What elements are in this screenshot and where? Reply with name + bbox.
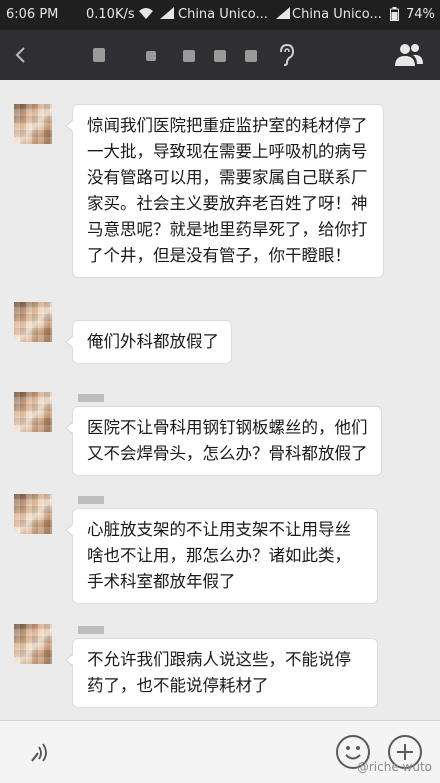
message-input[interactable]: [70, 735, 310, 769]
signal-icon-1: [160, 7, 174, 23]
sender-name-blurred: [78, 394, 104, 402]
message-bubble[interactable]: 不允许我们跟病人说这些，不能说停药了，也不能说停耗材了: [65, 638, 378, 708]
status-bar: 6:06 PM 0.10K/s China Unico... China Uni…: [0, 0, 440, 30]
battery-icon: [390, 7, 399, 25]
status-time: 6:06 PM: [6, 7, 59, 22]
message-bubble[interactable]: 医院不让骨科用钢钉钢板螺丝的，他们又不会焊骨头，怎么办？骨科都放假了: [65, 406, 382, 476]
people-icon[interactable]: [394, 42, 424, 72]
carrier-1: China Unico...: [178, 7, 268, 22]
signal-icon-2: [276, 7, 290, 23]
sender-name-blurred: [78, 496, 104, 504]
avatar[interactable]: [14, 494, 52, 534]
ear-icon: [276, 43, 296, 71]
back-icon[interactable]: [14, 46, 26, 68]
voice-wave-icon[interactable]: [30, 739, 52, 767]
message-bubble[interactable]: 惊闻我们医院把重症监护室的耗材停了一大批，导致现在需要上呼吸机的病号没有管路可以…: [65, 104, 384, 278]
watermark: @riche wuto: [356, 760, 432, 774]
avatar[interactable]: [14, 302, 52, 342]
avatar[interactable]: [14, 104, 52, 144]
chat-message-list[interactable]: 惊闻我们医院把重症监护室的耗材停了一大批，导致现在需要上呼吸机的病号没有管路可以…: [0, 80, 440, 720]
wifi-icon: [138, 6, 154, 24]
chat-title-bar: [0, 30, 440, 80]
message-bubble[interactable]: 心脏放支架的不让用支架不让用导丝啥也不让用，那怎么办？诸如此类，手术科室都放年假…: [65, 508, 378, 604]
network-speed: 0.10K/s: [86, 7, 135, 22]
message-bubble[interactable]: 俺们外科都放假了: [65, 320, 232, 364]
sender-name-blurred: [78, 626, 104, 634]
avatar[interactable]: [14, 624, 52, 664]
battery-percent: 74%: [406, 7, 435, 22]
carrier-2: China Unico...: [292, 7, 382, 22]
avatar[interactable]: [14, 392, 52, 432]
